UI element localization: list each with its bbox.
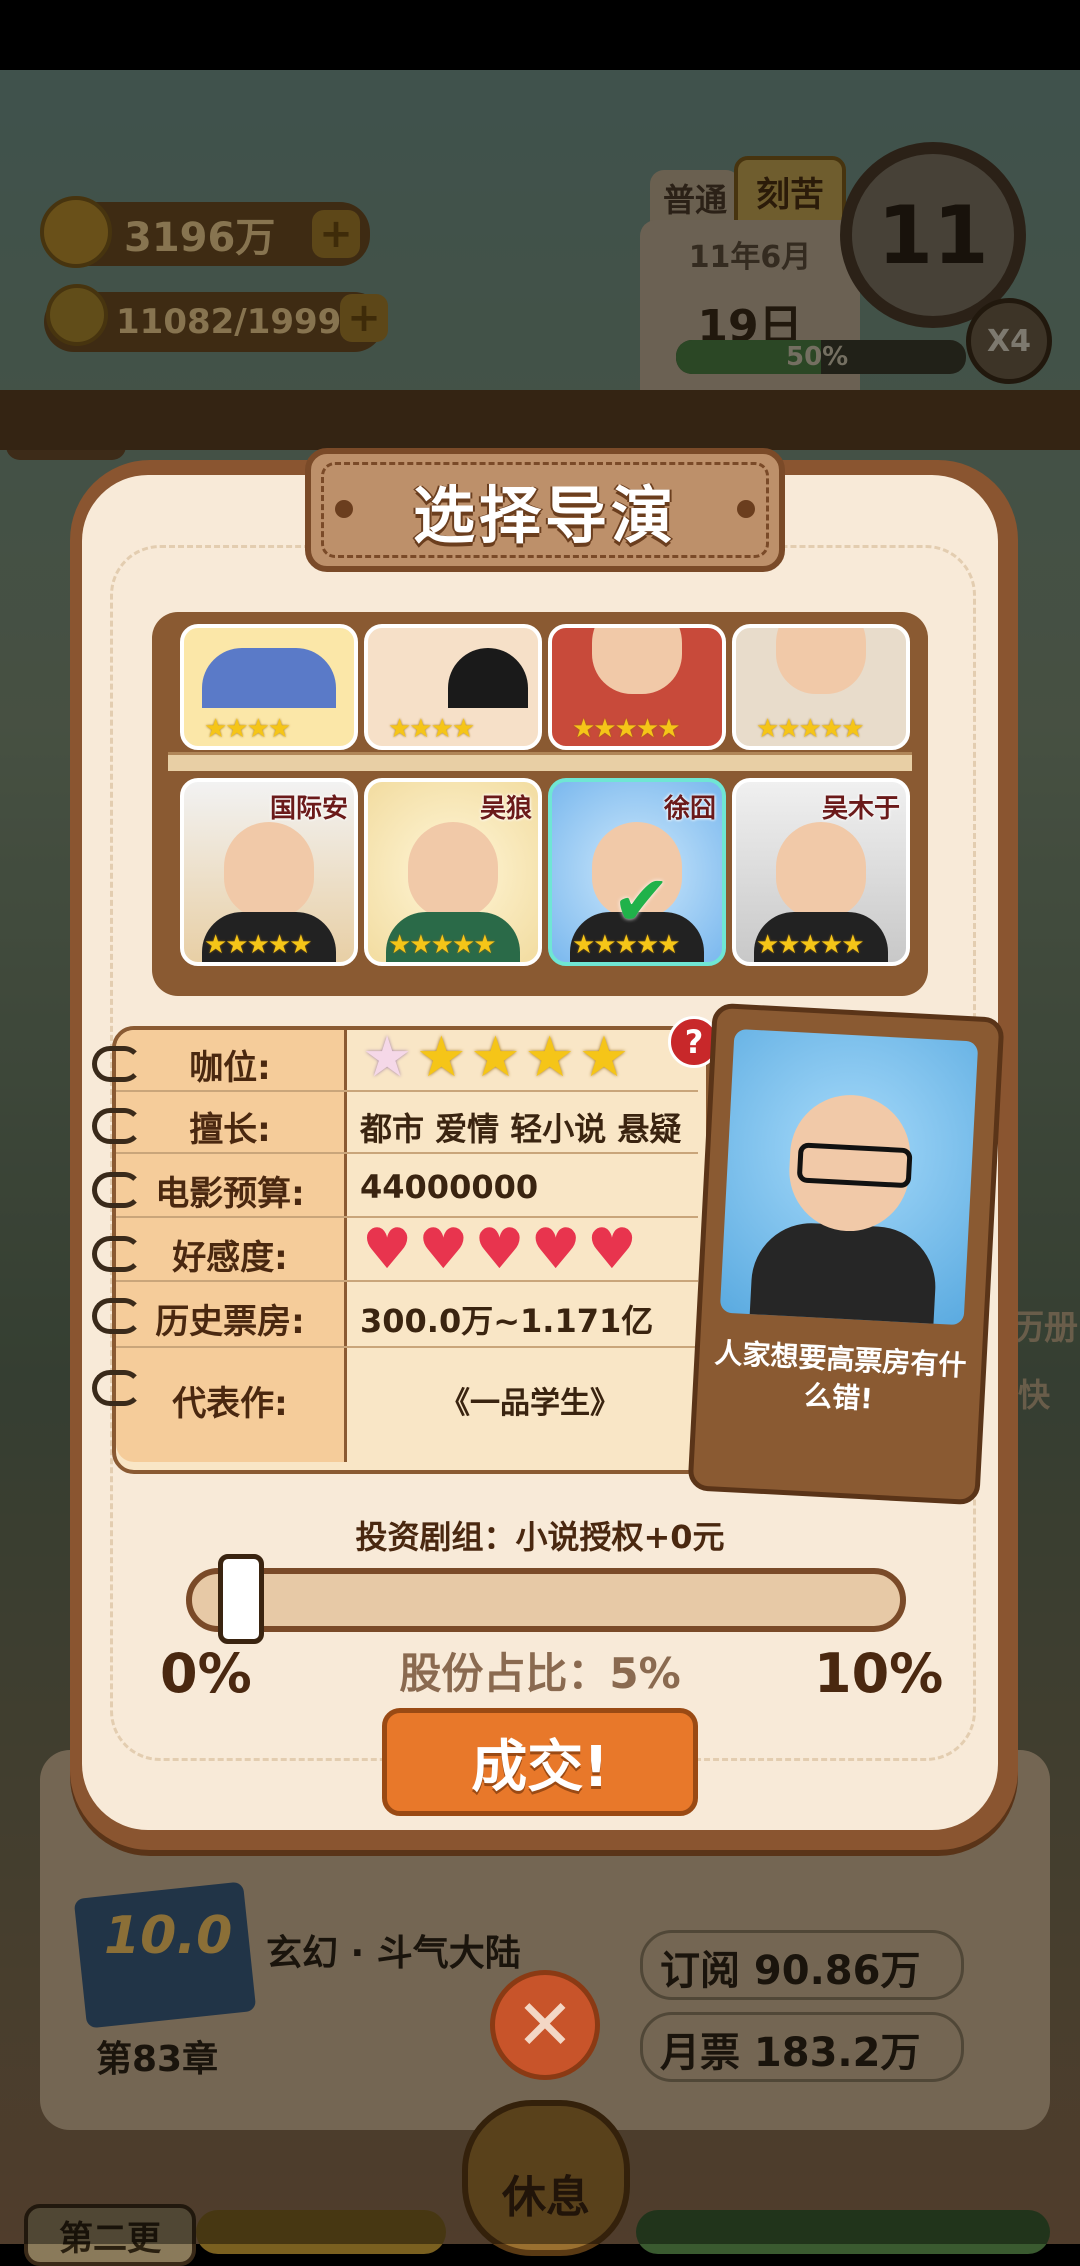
director-stars: ★★★★★ <box>204 930 313 960</box>
favor-label: 好感度: <box>172 1238 288 1278</box>
box-office-value: 300.0万~1.171亿 <box>360 1302 654 1340</box>
specialty-value: 都市 爱情 轻小说 悬疑 <box>360 1110 682 1148</box>
director-card[interactable]: ★★★★ <box>180 624 358 750</box>
share-slider-thumb[interactable] <box>218 1554 264 1644</box>
star-icon: ★ <box>470 1025 521 1090</box>
heart-icon: ♥ <box>530 1217 581 1282</box>
rank-label: 咖位: <box>189 1048 271 1088</box>
row-divider <box>116 1090 698 1092</box>
share-ratio-text: 股份占比：5% <box>399 1649 681 1698</box>
star-icon: ★ <box>362 1025 413 1090</box>
director-quote: 人家想要高票房有什么错! <box>713 1336 968 1416</box>
director-stars: ★★★★★ <box>388 930 497 960</box>
director-name: 吴狼 <box>479 794 532 824</box>
director-stars: ★★★★ <box>388 714 475 744</box>
help-icon: ? <box>684 1023 704 1061</box>
rank-stars: ★★★★★ <box>362 1030 633 1086</box>
close-icon: ✕ <box>515 1984 575 2066</box>
director-card-xujiong[interactable]: ✔ 徐囧 ★★★★★ <box>548 778 726 966</box>
budget-value: 44000000 <box>360 1168 539 1206</box>
budget-label: 电影预算: <box>155 1174 305 1214</box>
dialog-title: 选择导演 <box>412 479 677 552</box>
deal-button[interactable]: 成交! <box>382 1708 698 1816</box>
director-stars: ★★★★★ <box>756 930 865 960</box>
heart-icon: ♥ <box>474 1217 525 1282</box>
row-divider <box>116 1346 698 1348</box>
works-label: 代表作: <box>172 1384 288 1424</box>
director-stars: ★★★★★ <box>756 714 865 744</box>
director-card-wulang[interactable]: 吴狼 ★★★★★ <box>364 778 542 966</box>
row-divider <box>116 1152 698 1154</box>
favor-hearts: ♥ ♥ ♥ ♥ ♥ <box>362 1222 643 1278</box>
heart-icon: ♥ <box>362 1217 413 1282</box>
investment-text: 投资剧组：小说授权+0元 <box>355 1518 725 1556</box>
director-card-guojian[interactable]: 国际安 ★★★★★ <box>180 778 358 966</box>
director-portrait-card: 人家想要高票房有什么错! <box>687 1002 1005 1506</box>
director-card[interactable]: ★★★★★ <box>732 624 910 750</box>
dialog-title-plate: 选择导演 <box>305 448 785 572</box>
director-card[interactable]: ★★★★★ <box>548 624 726 750</box>
director-card[interactable]: ★★★★ <box>364 624 542 750</box>
director-stars: ★★★★★ <box>572 714 681 744</box>
director-stars: ★★★★★ <box>572 930 681 960</box>
star-icon: ★ <box>578 1025 630 1090</box>
star-icon: ★ <box>524 1025 575 1090</box>
heart-icon: ♥ <box>418 1217 469 1282</box>
grid-shelf <box>168 752 912 771</box>
specialty-label: 擅长: <box>189 1110 271 1150</box>
director-portrait <box>719 1028 979 1326</box>
director-name: 徐囧 <box>663 794 716 824</box>
heart-icon: ♥ <box>586 1217 638 1282</box>
director-name: 国际安 <box>269 794 348 824</box>
director-stars: ★★★★ <box>204 714 291 744</box>
director-name: 吴木于 <box>821 794 900 824</box>
share-slider[interactable] <box>186 1568 906 1632</box>
star-icon: ★ <box>416 1025 467 1090</box>
director-card-wumuyu[interactable]: 吴木于 ★★★★★ <box>732 778 910 966</box>
works-value: 《一品学生》 <box>440 1386 620 1421</box>
box-office-label: 历史票房: <box>155 1302 305 1342</box>
close-button[interactable]: ✕ <box>490 1970 600 2080</box>
